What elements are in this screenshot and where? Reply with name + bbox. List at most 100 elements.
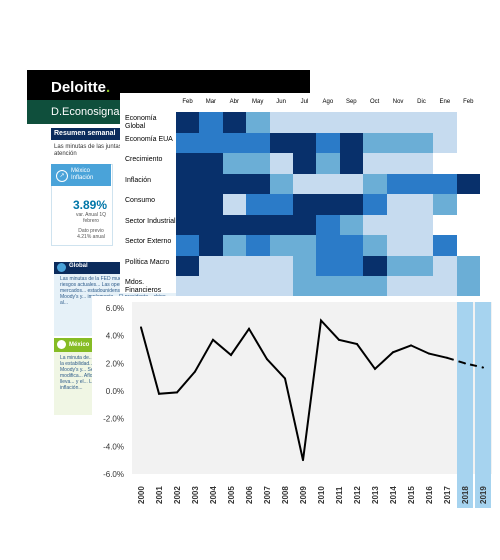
data-point	[176, 391, 178, 394]
x-tick-label: 2016	[425, 486, 434, 504]
heatmap-cell	[339, 132, 364, 153]
x-tick-label: 2002	[173, 486, 182, 504]
heatmap-cell	[386, 194, 410, 215]
inflation-label: México Inflación	[71, 168, 94, 181]
data-point	[374, 367, 376, 370]
heatmap-cell	[433, 153, 457, 174]
heatmap-cell	[269, 132, 293, 153]
heatmap-cell	[222, 112, 247, 133]
heatmap-month-label: Dic	[417, 99, 426, 105]
heatmap-cell	[433, 235, 457, 256]
heatmap-cell	[269, 194, 293, 215]
x-tick-label: 2005	[227, 486, 236, 504]
heatmap-cell	[386, 255, 410, 276]
heatmap-cell	[316, 194, 340, 215]
data-point	[410, 344, 412, 347]
heatmap-cell	[339, 194, 364, 215]
x-tick-label: 2019	[479, 486, 488, 504]
heatmap-cell	[222, 173, 247, 194]
heatmap-cell	[456, 194, 481, 215]
heatmap-row-label: Mdos. Financieros	[125, 279, 162, 294]
heatmap-month-label: Feb	[463, 99, 474, 105]
x-tick-label: 2003	[191, 486, 200, 504]
heatmap-cell	[222, 255, 247, 276]
heatmap-cell	[246, 255, 270, 276]
heatmap-cell	[293, 276, 317, 297]
forecast-highlight-column	[475, 302, 491, 508]
heatmap-month-label: Mar	[205, 99, 217, 105]
heatmap-month-label: May	[252, 99, 264, 105]
x-tick-label: 2007	[263, 486, 272, 504]
heatmap-cell	[339, 173, 364, 194]
y-tick-label: 0.0%	[106, 387, 124, 396]
inflation-subtext: var. Anual 1Q febrero	[75, 212, 107, 224]
heatmap-cell	[176, 132, 200, 153]
forecast-highlight-column	[457, 302, 473, 508]
y-tick-label: -2.0%	[103, 415, 124, 424]
heatmap-cell	[433, 132, 457, 153]
heatmap-cell	[410, 194, 434, 215]
heatmap-cell	[363, 276, 387, 297]
heatmap-cell	[199, 255, 223, 276]
flag-icon	[57, 340, 66, 349]
data-point	[356, 342, 358, 345]
x-tick-label: 2010	[317, 486, 326, 504]
heatmap-cell	[176, 153, 200, 174]
heatmap-month-label: Sep	[345, 99, 357, 105]
heatmap-month-label: Jun	[276, 99, 286, 105]
heatmap-cell	[246, 194, 270, 215]
heatmap-cell	[293, 194, 317, 215]
heatmap-cell	[246, 173, 270, 194]
heatmap-cell	[433, 276, 457, 297]
heatmap-cell	[410, 153, 434, 174]
heatmap-cell	[410, 214, 434, 235]
heatmap-cell	[339, 153, 364, 174]
heatmap-cell	[386, 153, 410, 174]
heatmap-cell	[363, 112, 387, 133]
heatmap-cell	[386, 132, 410, 153]
heatmap-cell	[246, 132, 270, 153]
heatmap-cell	[199, 173, 223, 194]
heatmap-cell	[339, 276, 364, 297]
heatmap-cell	[293, 255, 317, 276]
x-tick-label: 2017	[443, 486, 452, 504]
data-point	[392, 351, 394, 354]
heatmap-cell	[363, 235, 387, 256]
data-point	[464, 362, 466, 365]
heatmap-cell	[456, 132, 481, 153]
heatmap-cell	[456, 255, 481, 276]
data-point	[428, 352, 430, 355]
x-tick-label: 2011	[335, 486, 344, 504]
heatmap-cell	[176, 173, 200, 194]
heatmap-cell	[363, 255, 387, 276]
data-point	[230, 354, 232, 357]
heatmap-cell	[222, 194, 247, 215]
heatmap-cell	[222, 132, 247, 153]
x-tick-label: 2014	[389, 486, 398, 504]
heatmap-cell	[269, 153, 293, 174]
heatmap-cell	[316, 173, 340, 194]
heatmap-cell	[199, 235, 223, 256]
data-point	[140, 326, 142, 329]
heatmap-month-label: Oct	[370, 99, 380, 105]
heatmap-cell	[246, 235, 270, 256]
heatmap-cell	[433, 255, 457, 276]
heatmap-cell	[176, 255, 200, 276]
heatmap-cell	[222, 276, 247, 297]
heatmap-cell	[386, 214, 410, 235]
data-point	[320, 319, 322, 322]
heatmap-cell	[199, 214, 223, 235]
y-tick-label: -6.0%	[103, 470, 124, 479]
heatmap-cell	[456, 214, 481, 235]
heatmap-cell	[316, 214, 340, 235]
heatmap-cell	[339, 235, 364, 256]
heatmap-cell	[410, 112, 434, 133]
y-tick-label: 4.0%	[106, 332, 124, 341]
brand-logo: Deloitte.	[51, 79, 111, 96]
heatmap-cell	[199, 153, 223, 174]
heatmap-cell	[293, 235, 317, 256]
heatmap-cell	[222, 214, 247, 235]
x-tick-label: 2015	[407, 486, 416, 504]
heatmap-cell	[199, 194, 223, 215]
data-point	[338, 338, 340, 341]
